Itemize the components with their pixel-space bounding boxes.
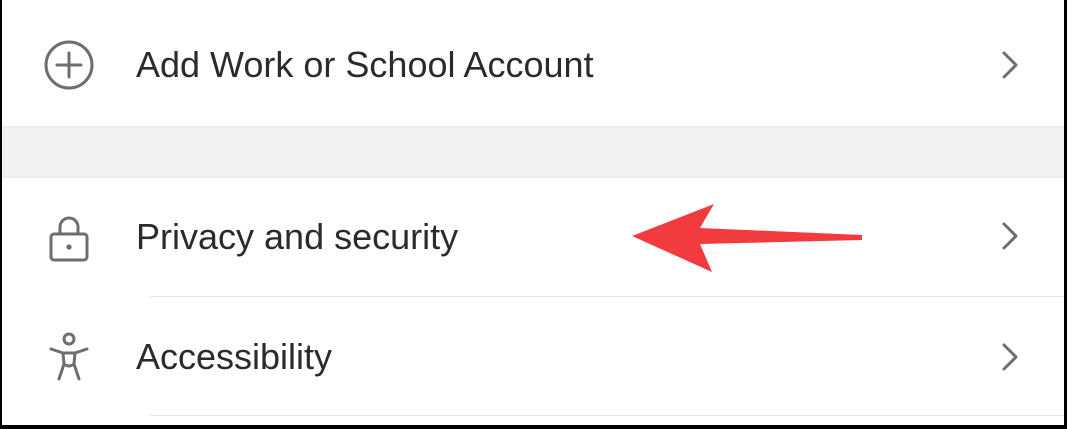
privacy-and-security-label: Privacy and security [136, 216, 459, 257]
accessibility-person-icon [42, 330, 96, 384]
chevron-right-icon [996, 45, 1024, 85]
add-work-school-account-row[interactable]: Add Work or School Account [2, 0, 1064, 126]
chevron-right-icon [996, 216, 1024, 256]
lock-icon [42, 210, 96, 264]
row-divider [150, 415, 1064, 416]
red-arrow-annotation [632, 204, 862, 272]
plus-circle-icon [42, 38, 96, 92]
privacy-and-security-row[interactable]: Privacy and security [2, 178, 1064, 296]
accessibility-row[interactable]: Accessibility [2, 297, 1064, 415]
chevron-right-icon [996, 337, 1024, 377]
accessibility-label: Accessibility [136, 336, 333, 377]
section-gap [2, 126, 1064, 178]
add-work-school-account-label: Add Work or School Account [136, 44, 594, 85]
settings-panel: Add Work or School Account Privacy and s… [0, 0, 1067, 429]
